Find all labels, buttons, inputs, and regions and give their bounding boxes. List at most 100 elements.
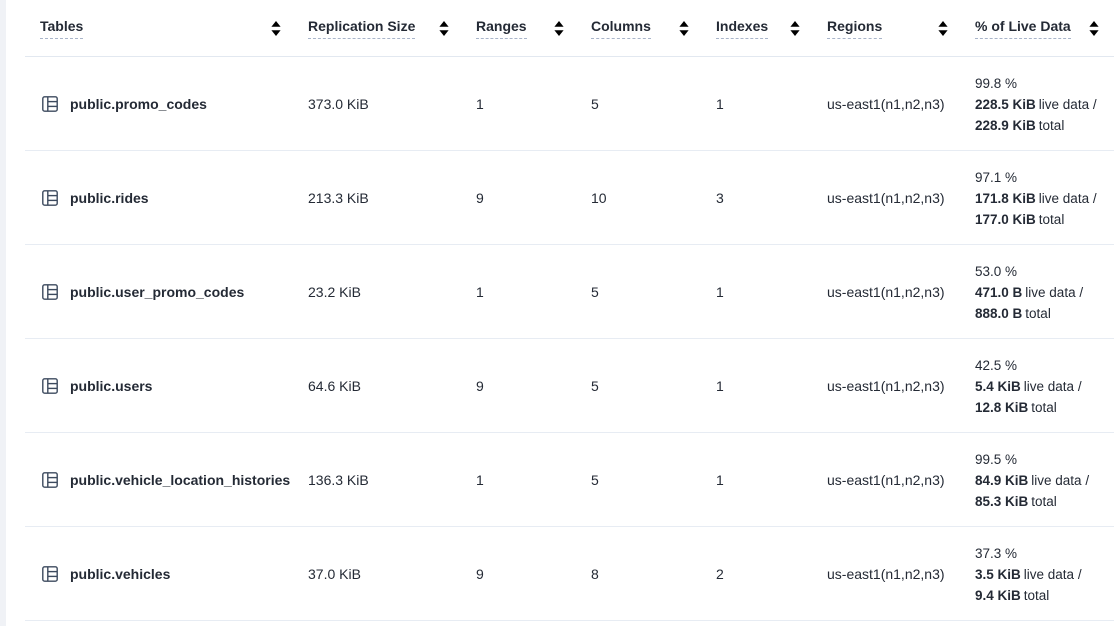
sort-arrows-icon bbox=[1089, 21, 1099, 36]
table-name-cell: public.vehicle_location_histories bbox=[28, 470, 296, 490]
table-row: public.vehicle_location_histories 136.3 … bbox=[6, 433, 1114, 527]
table-icon bbox=[40, 282, 60, 302]
sort-arrows-icon bbox=[790, 21, 800, 36]
table-icon bbox=[40, 564, 60, 584]
total-size-line: 888.0 Btotal bbox=[975, 303, 1114, 324]
table-name-cell: public.user_promo_codes bbox=[28, 282, 296, 302]
table-name-link[interactable]: public.promo_codes bbox=[70, 94, 207, 114]
column-header-label: % of Live Data bbox=[975, 18, 1071, 39]
table-row: public.user_promo_codes 23.2 KiB 1 5 1 u… bbox=[6, 245, 1114, 339]
columns-cell: 5 bbox=[579, 94, 704, 114]
indexes-cell: 1 bbox=[704, 282, 815, 302]
replication-size-cell: 373.0 KiB bbox=[296, 94, 464, 114]
indexes-cell: 3 bbox=[704, 188, 815, 208]
column-header-percent-of-live-data[interactable]: % of Live Data bbox=[963, 18, 1114, 39]
column-header-tables[interactable]: Tables bbox=[28, 18, 296, 39]
live-data-cell: 97.1 % 171.8 KiBlive data / 177.0 KiBtot… bbox=[963, 167, 1114, 230]
column-header-label: Ranges bbox=[476, 18, 527, 39]
live-data-size-line: 5.4 KiBlive data / bbox=[975, 376, 1114, 397]
column-header-label: Columns bbox=[591, 18, 651, 39]
columns-cell: 5 bbox=[579, 282, 704, 302]
live-data-size-line: 228.5 KiBlive data / bbox=[975, 94, 1114, 115]
ranges-cell: 1 bbox=[464, 282, 579, 302]
total-size-line: 228.9 KiBtotal bbox=[975, 115, 1114, 136]
column-header-label: Indexes bbox=[716, 18, 768, 39]
table-icon bbox=[40, 188, 60, 208]
ranges-cell: 9 bbox=[464, 188, 579, 208]
table-name-link[interactable]: public.vehicles bbox=[70, 564, 170, 584]
column-header-label: Regions bbox=[827, 18, 882, 39]
table-name-cell: public.rides bbox=[28, 188, 296, 208]
indexes-cell: 1 bbox=[704, 376, 815, 396]
column-header-label: Tables bbox=[40, 18, 83, 39]
table-name-link[interactable]: public.users bbox=[70, 376, 152, 396]
regions-cell: us-east1(n1,n2,n3) bbox=[815, 282, 963, 302]
columns-cell: 10 bbox=[579, 188, 704, 208]
regions-cell: us-east1(n1,n2,n3) bbox=[815, 470, 963, 490]
live-data-percent: 97.1 % bbox=[975, 167, 1114, 188]
live-data-cell: 99.8 % 228.5 KiBlive data / 228.9 KiBtot… bbox=[963, 73, 1114, 136]
replication-size-cell: 213.3 KiB bbox=[296, 188, 464, 208]
column-header-replication-size[interactable]: Replication Size bbox=[296, 18, 464, 39]
sort-arrows-icon bbox=[439, 21, 449, 36]
columns-cell: 5 bbox=[579, 470, 704, 490]
ranges-cell: 1 bbox=[464, 470, 579, 490]
table-row: public.promo_codes 373.0 KiB 1 5 1 us-ea… bbox=[6, 57, 1114, 151]
ranges-cell: 9 bbox=[464, 376, 579, 396]
indexes-cell: 1 bbox=[704, 94, 815, 114]
live-data-cell: 53.0 % 471.0 Blive data / 888.0 Btotal bbox=[963, 261, 1114, 324]
table-row: public.users 64.6 KiB 9 5 1 us-east1(n1,… bbox=[6, 339, 1114, 433]
regions-cell: us-east1(n1,n2,n3) bbox=[815, 376, 963, 396]
live-data-cell: 37.3 % 3.5 KiBlive data / 9.4 KiBtotal bbox=[963, 543, 1114, 606]
live-data-size-line: 471.0 Blive data / bbox=[975, 282, 1114, 303]
column-header-ranges[interactable]: Ranges bbox=[464, 18, 579, 39]
replication-size-cell: 64.6 KiB bbox=[296, 376, 464, 396]
live-data-size-line: 171.8 KiBlive data / bbox=[975, 188, 1114, 209]
live-data-percent: 53.0 % bbox=[975, 261, 1114, 282]
sort-arrows-icon bbox=[679, 21, 689, 36]
regions-cell: us-east1(n1,n2,n3) bbox=[815, 188, 963, 208]
regions-cell: us-east1(n1,n2,n3) bbox=[815, 94, 963, 114]
table-name-cell: public.users bbox=[28, 376, 296, 396]
sort-arrows-icon bbox=[938, 21, 948, 36]
table-name-cell: public.promo_codes bbox=[28, 94, 296, 114]
total-size-line: 85.3 KiBtotal bbox=[975, 491, 1114, 512]
regions-cell: us-east1(n1,n2,n3) bbox=[815, 564, 963, 584]
tables-list-table: Tables Replication Size Ranges Columns I… bbox=[6, 0, 1114, 621]
replication-size-cell: 23.2 KiB bbox=[296, 282, 464, 302]
live-data-percent: 99.5 % bbox=[975, 449, 1114, 470]
column-header-label: Replication Size bbox=[308, 18, 415, 39]
column-header-regions[interactable]: Regions bbox=[815, 18, 963, 39]
column-header-indexes[interactable]: Indexes bbox=[704, 18, 815, 39]
table-name-link[interactable]: public.user_promo_codes bbox=[70, 282, 244, 302]
sort-arrows-icon bbox=[271, 21, 281, 36]
total-size-line: 12.8 KiBtotal bbox=[975, 397, 1114, 418]
live-data-size-line: 84.9 KiBlive data / bbox=[975, 470, 1114, 491]
live-data-percent: 37.3 % bbox=[975, 543, 1114, 564]
table-name-link[interactable]: public.vehicle_location_histories bbox=[70, 470, 290, 490]
table-row: public.vehicles 37.0 KiB 9 8 2 us-east1(… bbox=[6, 527, 1114, 621]
table-header-row: Tables Replication Size Ranges Columns I… bbox=[6, 0, 1114, 57]
table-name-link[interactable]: public.rides bbox=[70, 188, 149, 208]
live-data-cell: 42.5 % 5.4 KiBlive data / 12.8 KiBtotal bbox=[963, 355, 1114, 418]
ranges-cell: 9 bbox=[464, 564, 579, 584]
column-header-columns[interactable]: Columns bbox=[579, 18, 704, 39]
indexes-cell: 1 bbox=[704, 470, 815, 490]
total-size-line: 9.4 KiBtotal bbox=[975, 585, 1114, 606]
table-row: public.rides 213.3 KiB 9 10 3 us-east1(n… bbox=[6, 151, 1114, 245]
sort-arrows-icon bbox=[554, 21, 564, 36]
live-data-size-line: 3.5 KiBlive data / bbox=[975, 564, 1114, 585]
live-data-percent: 99.8 % bbox=[975, 73, 1114, 94]
columns-cell: 5 bbox=[579, 376, 704, 396]
table-icon bbox=[40, 376, 60, 396]
ranges-cell: 1 bbox=[464, 94, 579, 114]
total-size-line: 177.0 KiBtotal bbox=[975, 209, 1114, 230]
live-data-cell: 99.5 % 84.9 KiBlive data / 85.3 KiBtotal bbox=[963, 449, 1114, 512]
replication-size-cell: 136.3 KiB bbox=[296, 470, 464, 490]
table-icon bbox=[40, 470, 60, 490]
live-data-percent: 42.5 % bbox=[975, 355, 1114, 376]
table-icon bbox=[40, 94, 60, 114]
replication-size-cell: 37.0 KiB bbox=[296, 564, 464, 584]
indexes-cell: 2 bbox=[704, 564, 815, 584]
columns-cell: 8 bbox=[579, 564, 704, 584]
